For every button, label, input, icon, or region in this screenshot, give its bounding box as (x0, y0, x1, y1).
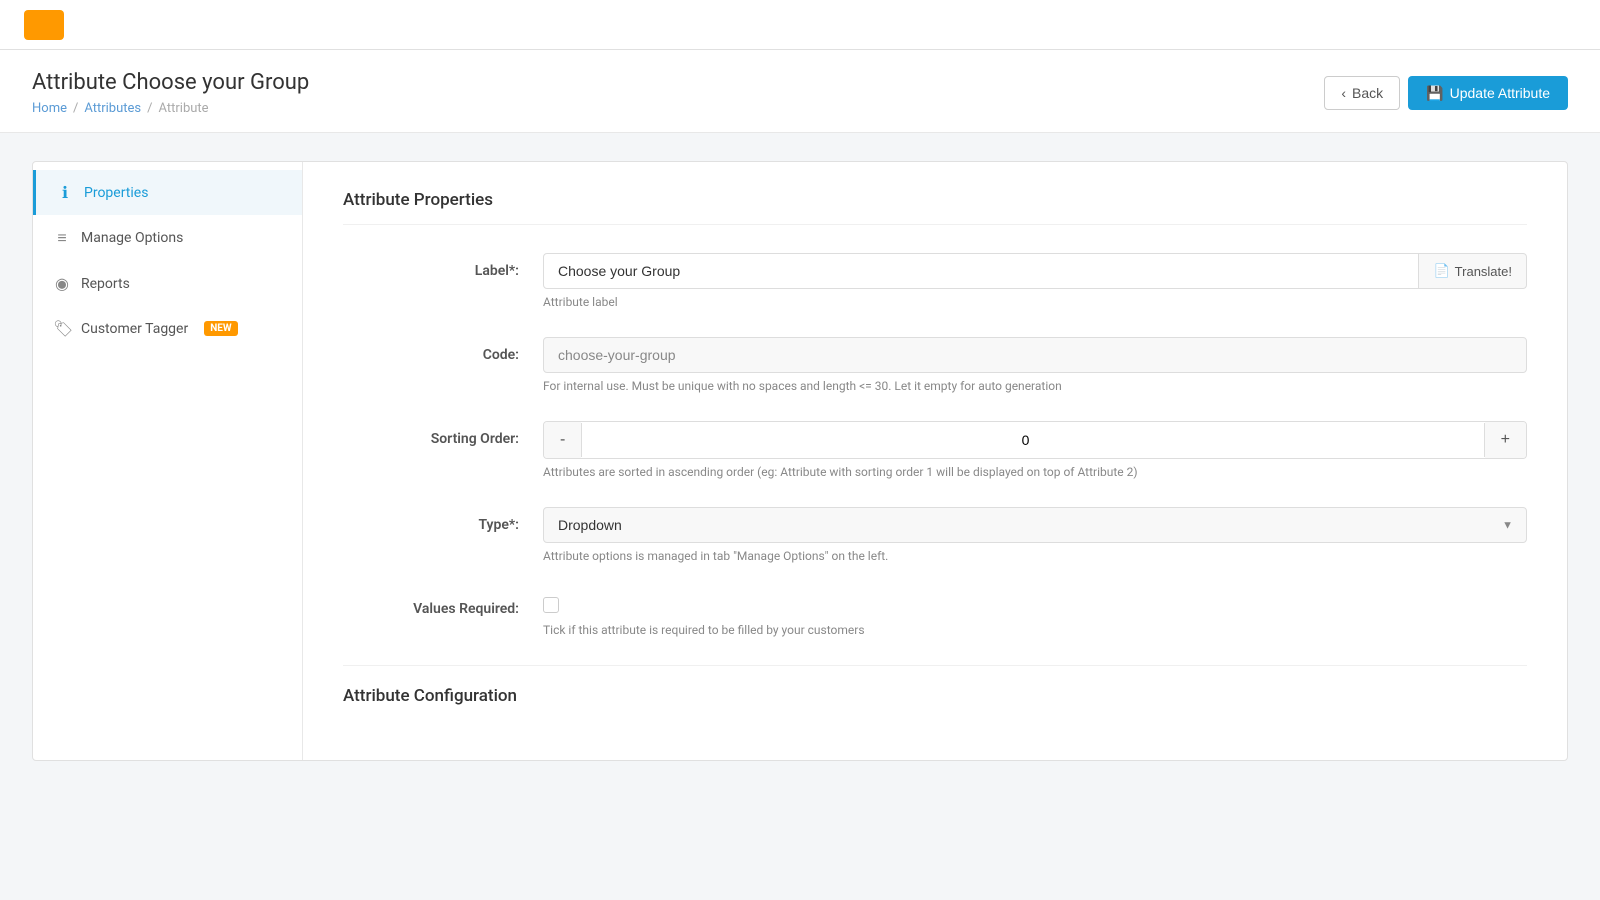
code-input[interactable] (543, 337, 1527, 373)
sidebar-item-reports[interactable]: ◉ Reports (33, 261, 302, 306)
code-field-wrap: For internal use. Must be unique with no… (543, 337, 1527, 393)
values-required-row: Values Required: Tick if this attribute … (343, 591, 1527, 637)
info-icon: ℹ (56, 183, 74, 202)
breadcrumb-attributes[interactable]: Attributes (84, 101, 141, 116)
reports-icon: ◉ (53, 274, 71, 293)
sidebar-label-reports: Reports (81, 276, 130, 292)
type-select[interactable]: Dropdown Text Textarea Checkbox Radio (543, 507, 1527, 543)
card: ℹ Properties ≡ Manage Options ◉ Reports … (32, 161, 1568, 761)
back-label: Back (1352, 85, 1383, 101)
breadcrumb-home[interactable]: Home (32, 101, 67, 116)
breadcrumb-sep1: / (73, 101, 78, 116)
page-title: Attribute Choose your Group (32, 70, 309, 95)
type-field-label: Type*: (343, 507, 543, 563)
tag-icon: 🏷 (53, 319, 71, 338)
page-header-left: Attribute Choose your Group Home / Attri… (32, 70, 309, 116)
breadcrumb: Home / Attributes / Attribute (32, 101, 309, 116)
sorting-order-input[interactable] (581, 423, 1484, 457)
sidebar-label-properties: Properties (84, 185, 148, 201)
sort-minus-button[interactable]: - (544, 422, 581, 458)
sidebar: ℹ Properties ≡ Manage Options ◉ Reports … (33, 162, 303, 760)
sort-plus-button[interactable]: + (1485, 422, 1526, 458)
section2-title: Attribute Configuration (343, 665, 1527, 720)
values-required-hint: Tick if this attribute is required to be… (543, 623, 1527, 637)
sorting-order-label: Sorting Order: (343, 421, 543, 479)
code-hint: For internal use. Must be unique with no… (543, 379, 1527, 393)
back-button[interactable]: ‹ Back (1324, 76, 1400, 110)
sidebar-item-customer-tagger[interactable]: 🏷 Customer Tagger NEW (33, 306, 302, 351)
sidebar-label-manage-options: Manage Options (81, 230, 183, 246)
update-attribute-button[interactable]: 💾 Update Attribute (1408, 76, 1568, 110)
topbar (0, 0, 1600, 50)
list-icon: ≡ (53, 228, 71, 248)
type-hint: Attribute options is managed in tab "Man… (543, 549, 1527, 563)
type-field-row: Type*: Dropdown Text Textarea Checkbox R… (343, 507, 1527, 563)
save-icon: 💾 (1426, 85, 1443, 102)
label-field-label: Label*: (343, 253, 543, 309)
sorting-hint: Attributes are sorted in ascending order… (543, 465, 1527, 479)
code-field-label: Code: (343, 337, 543, 393)
sidebar-item-properties[interactable]: ℹ Properties (33, 170, 302, 215)
label-input[interactable] (543, 253, 1419, 289)
label-input-group: 📄 Translate! (543, 253, 1527, 289)
sorting-order-row: Sorting Order: - + Attributes are sorted… (343, 421, 1527, 479)
values-required-wrap: Tick if this attribute is required to be… (543, 591, 1527, 637)
form-area: Attribute Properties Label*: 📄 Translate… (303, 162, 1567, 760)
breadcrumb-sep2: / (147, 101, 152, 116)
sorting-input-group: - + (543, 421, 1527, 459)
values-required-checkbox[interactable] (543, 597, 559, 613)
values-required-label: Values Required: (343, 591, 543, 637)
breadcrumb-current: Attribute (159, 101, 209, 116)
section-title: Attribute Properties (343, 190, 1527, 225)
type-select-wrap: Dropdown Text Textarea Checkbox Radio (543, 507, 1527, 543)
translate-icon: 📄 (1433, 263, 1449, 279)
topbar-logo (24, 10, 64, 40)
sorting-order-wrap: - + Attributes are sorted in ascending o… (543, 421, 1527, 479)
chevron-left-icon: ‹ (1341, 85, 1346, 101)
type-field-wrap: Dropdown Text Textarea Checkbox Radio At… (543, 507, 1527, 563)
update-label: Update Attribute (1450, 85, 1550, 101)
translate-label: Translate! (1455, 264, 1512, 279)
label-field-wrap: 📄 Translate! Attribute label (543, 253, 1527, 309)
sidebar-label-customer-tagger: Customer Tagger (81, 321, 188, 337)
main-content: ℹ Properties ≡ Manage Options ◉ Reports … (0, 133, 1600, 789)
translate-button[interactable]: 📄 Translate! (1419, 253, 1527, 289)
label-hint: Attribute label (543, 295, 1527, 309)
sidebar-item-manage-options[interactable]: ≡ Manage Options (33, 215, 302, 261)
page-header: Attribute Choose your Group Home / Attri… (0, 50, 1600, 133)
code-field-row: Code: For internal use. Must be unique w… (343, 337, 1527, 393)
new-badge: NEW (204, 321, 237, 336)
label-field-row: Label*: 📄 Translate! Attribute label (343, 253, 1527, 309)
header-actions: ‹ Back 💾 Update Attribute (1324, 76, 1568, 110)
